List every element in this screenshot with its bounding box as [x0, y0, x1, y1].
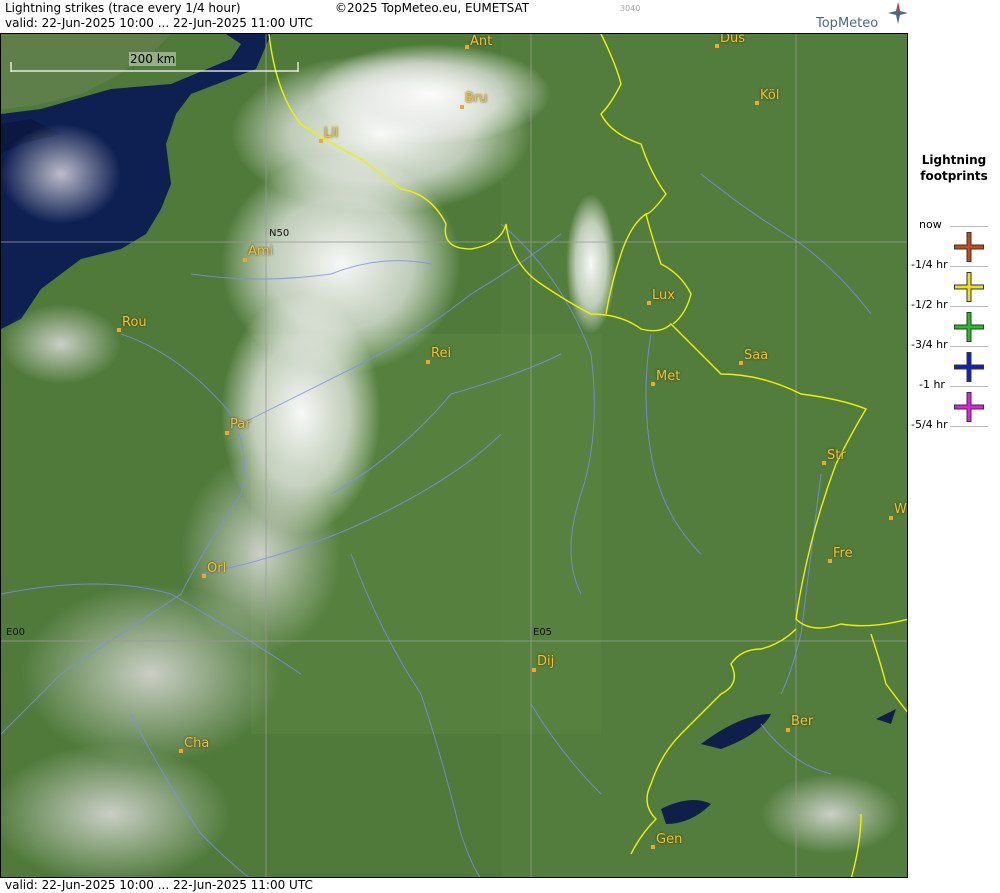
brand-logo-text[interactable]: TopMeteo — [816, 16, 878, 31]
city-label-rou: Rou — [122, 315, 147, 330]
city-label-dus: Düs — [720, 33, 746, 46]
valid-time: valid: 22-Jun-2025 10:00 ... 22-Jun-2025… — [5, 16, 313, 30]
copyright: ©2025 TopMeteo.eu, EUMETSAT — [335, 1, 530, 15]
legend-label-quarter: -1/4 hr — [911, 258, 948, 271]
city-marker-rei — [426, 360, 430, 364]
city-label-orl: Orl — [207, 561, 227, 576]
city-marker-dij — [532, 668, 536, 672]
legend-label-three-quarter: -3/4 hr — [911, 338, 948, 351]
city-marker-saa — [739, 361, 743, 365]
header: Lightning strikes (trace every 1/4 hour)… — [0, 0, 908, 33]
lightning-cross-icon-one-hour — [954, 352, 984, 382]
city-marker-fre — [828, 559, 832, 563]
city-label-fre: Fre — [833, 546, 853, 561]
city-marker-lux — [647, 301, 651, 305]
city-label-rei: Rei — [431, 346, 452, 361]
city-marker-gen — [651, 845, 655, 849]
footer-valid-time: valid: 22-Jun-2025 10:00 ... 22-Jun-2025… — [5, 878, 313, 892]
city-marker-orl — [202, 574, 206, 578]
city-label-w: W — [894, 502, 907, 517]
city-marker-ber — [786, 728, 790, 732]
legend-label-five-quarter: -5/4 hr — [911, 418, 948, 431]
legend-title-line1: Lightning — [921, 153, 987, 167]
city-label-str: Str — [827, 448, 846, 463]
city-label-cha: Cha — [184, 736, 210, 751]
grid-label-e05: E05 — [533, 627, 553, 638]
legend-label-now: now — [919, 218, 942, 231]
city-label-par: Par — [230, 417, 251, 432]
city-marker-par — [225, 431, 229, 435]
city-label-gen: Gen — [656, 832, 683, 847]
city-label-ant: Ant — [470, 34, 493, 49]
city-label-saa: Saa — [744, 348, 769, 363]
city-label-bru: Bru — [465, 91, 488, 106]
city-marker-met — [651, 382, 655, 386]
satellite-map[interactable]: 200 km N50 E00 E05 Ant Düs Köl Bru Lil A… — [0, 33, 908, 878]
map-canvas — [1, 34, 907, 877]
compass-star-icon — [888, 2, 908, 24]
product-code: 3040 — [620, 4, 641, 13]
city-label-ber: Ber — [791, 714, 814, 729]
city-marker-w — [889, 516, 893, 520]
legend-title-line2: footprints — [920, 169, 988, 183]
legend-label-one-hour: -1 hr — [919, 378, 945, 391]
lightning-cross-icon-three-quarter — [954, 312, 984, 342]
legend-label-half: -1/2 hr — [911, 298, 948, 311]
city-label-lil: Lil — [324, 126, 339, 141]
city-marker-ami — [243, 258, 247, 262]
lightning-cross-icon-quarter — [954, 232, 984, 262]
map-title: Lightning strikes (trace every 1/4 hour) — [5, 1, 241, 15]
lightning-legend: Lightning footprints now -1/4 hr -1/2 hr… — [908, 33, 1000, 893]
grid-label-e00: E00 — [6, 627, 26, 638]
lightning-cross-icon-five-quarter — [954, 392, 984, 422]
city-marker-lil — [319, 139, 323, 143]
city-label-ami: Ami — [248, 244, 274, 259]
city-marker-dus — [715, 44, 719, 48]
footer: valid: 22-Jun-2025 10:00 ... 22-Jun-2025… — [0, 878, 908, 893]
city-marker-bru — [460, 105, 464, 109]
city-marker-rou — [117, 328, 121, 332]
city-label-kol: Köl — [760, 88, 780, 103]
scale-label: 200 km — [129, 52, 177, 66]
city-marker-kol — [755, 101, 759, 105]
city-label-met: Met — [656, 369, 681, 384]
city-marker-ant — [465, 45, 469, 49]
city-label-lux: Lux — [652, 288, 675, 303]
city-label-dij: Dij — [537, 654, 555, 669]
grid-label-n50: N50 — [269, 228, 290, 239]
city-marker-str — [822, 461, 826, 465]
lightning-cross-icon-half — [954, 272, 984, 302]
legend-crosses — [954, 232, 984, 422]
city-marker-cha — [179, 749, 183, 753]
